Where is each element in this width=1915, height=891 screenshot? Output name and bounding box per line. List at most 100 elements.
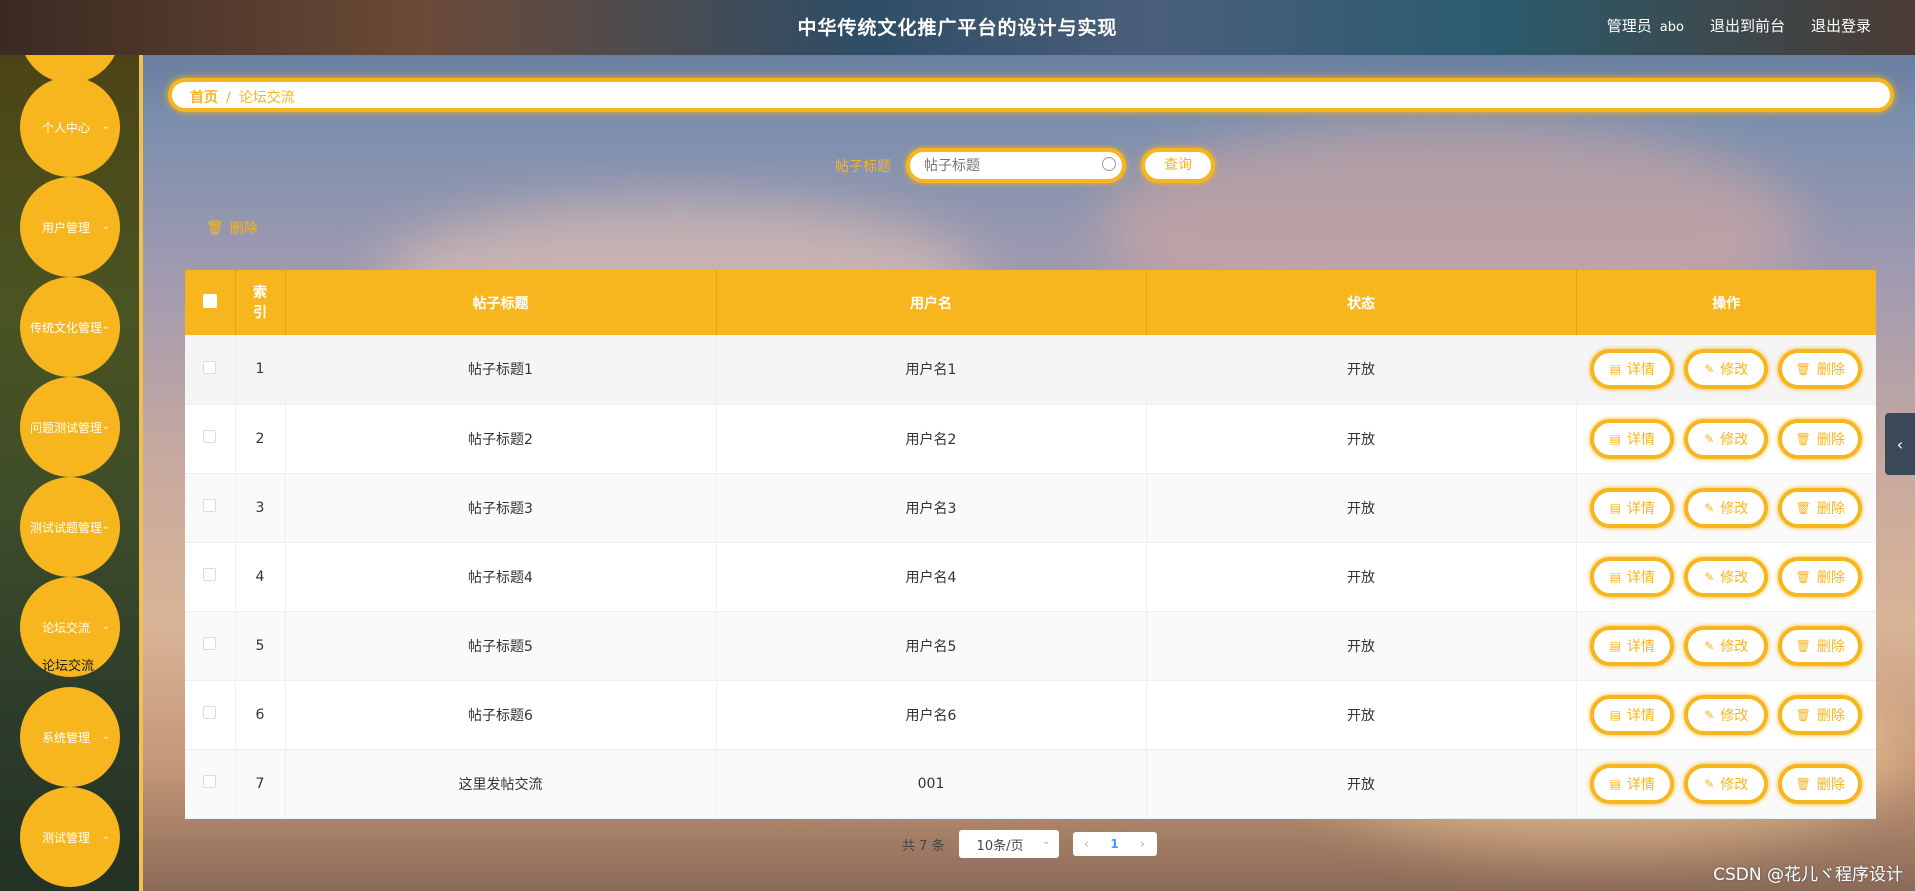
breadcrumb-separator: / — [226, 90, 231, 106]
detail-button[interactable]: ▤ 详情 — [1590, 349, 1675, 390]
delete-button[interactable]: 🗑 删除 — [1778, 349, 1863, 390]
chevron-left-icon: ‹ — [1896, 434, 1904, 454]
delete-label: 删除 — [1816, 776, 1845, 793]
prev-page-button[interactable]: ‹ — [1073, 837, 1101, 851]
row-checkbox[interactable] — [203, 360, 217, 374]
top-header: 中华传统文化推广平台的设计与实现 管理员 abo 退出到前台 退出登录 — [0, 0, 1915, 55]
detail-button[interactable]: ▤ 详情 — [1590, 694, 1675, 735]
logout-link[interactable]: 退出登录 — [1811, 15, 1871, 36]
row-ops: ▤ 详情 ✎ 修改 🗑 删除 — [1576, 611, 1876, 681]
back-to-front-link[interactable]: 退出到前台 — [1710, 15, 1785, 36]
chevron-down-icon: ⌄ — [101, 221, 110, 232]
sidebar-item-question-test-management[interactable]: 问题测试管理 ⌄ — [20, 377, 120, 477]
breadcrumb-home[interactable]: 首页 — [190, 90, 218, 106]
edit-button[interactable]: ✎ 修改 — [1684, 349, 1769, 390]
edit-icon: ✎ — [1704, 569, 1715, 584]
sidebar-item-label: 传统文化管理 — [29, 320, 102, 335]
row-checkbox[interactable] — [203, 568, 217, 581]
ops-header: 操作 — [1576, 270, 1876, 335]
row-checkbox[interactable] — [203, 637, 217, 650]
detail-label: 详情 — [1626, 569, 1655, 586]
sidebar-item-label: 个人中心 — [41, 120, 90, 135]
detail-button[interactable]: ▤ 详情 — [1590, 487, 1675, 528]
sidebar-subitem-forum[interactable]: 论坛交流 — [42, 655, 94, 674]
chevron-down-icon: ⌄ — [101, 731, 110, 742]
edit-button[interactable]: ✎ 修改 — [1684, 625, 1769, 666]
detail-button[interactable]: ▤ 详情 — [1590, 556, 1675, 597]
edit-button[interactable]: ✎ 修改 — [1684, 556, 1769, 597]
delete-button[interactable]: 🗑 删除 — [1778, 418, 1863, 459]
table-row: 2 帖子标题2 用户名2 开放 ▤ 详情 ✎ 修改 🗑 删除 — [185, 404, 1876, 474]
trash-icon: 🗑 — [1795, 500, 1811, 515]
row-title: 帖子标题5 — [285, 611, 717, 681]
row-checkbox[interactable] — [203, 775, 217, 788]
edit-icon: ✎ — [1704, 500, 1715, 515]
sidebar: 个人中心 ⌄ 用户管理 ⌄ 传统文化管理 ⌄ 问题测试管理 ⌄ 测试试题管理 ⌄… — [0, 55, 143, 891]
chevron-down-icon: ⌄ — [101, 521, 110, 532]
row-select-cell — [185, 680, 236, 750]
row-select-cell — [185, 404, 236, 474]
row-status: 开放 — [1146, 749, 1577, 819]
row-title: 帖子标题6 — [285, 680, 717, 750]
sidebar-item-label: 系统管理 — [41, 730, 90, 745]
delete-button[interactable]: 🗑 删除 — [1778, 556, 1863, 597]
sidebar-item-user-management[interactable]: 用户管理 ⌄ — [20, 177, 120, 277]
edit-icon: ✎ — [1704, 707, 1715, 722]
edit-button[interactable]: ✎ 修改 — [1684, 694, 1769, 735]
detail-label: 详情 — [1626, 638, 1655, 655]
row-select-cell — [185, 542, 236, 612]
row-checkbox[interactable] — [203, 499, 217, 512]
row-select-cell — [185, 611, 236, 681]
page-size-select[interactable]: 10条/页 ⌄ — [958, 830, 1059, 858]
row-status: 开放 — [1146, 473, 1577, 543]
edit-button[interactable]: ✎ 修改 — [1684, 487, 1769, 528]
sidebar-item-culture-management[interactable]: 传统文化管理 ⌄ — [20, 277, 120, 377]
sidebar-item-personal-center[interactable]: 个人中心 ⌄ — [20, 77, 120, 177]
row-status: 开放 — [1146, 680, 1577, 750]
row-ops: ▤ 详情 ✎ 修改 🗑 删除 — [1576, 749, 1876, 819]
row-username: 用户名2 — [716, 404, 1147, 474]
document-icon: ▤ — [1609, 569, 1621, 584]
batch-delete-button[interactable]: 🗑 删除 — [206, 218, 258, 238]
trash-icon: 🗑 — [206, 220, 224, 236]
detail-button[interactable]: ▤ 详情 — [1590, 763, 1675, 804]
document-icon: ▤ — [1609, 362, 1621, 377]
edit-label: 修改 — [1720, 362, 1749, 379]
edit-button[interactable]: ✎ 修改 — [1684, 418, 1769, 459]
row-index: 3 — [235, 473, 286, 543]
document-icon: ▤ — [1609, 638, 1621, 653]
sidebar-item-label: 问题测试管理 — [29, 420, 102, 435]
detail-button[interactable]: ▤ 详情 — [1590, 625, 1675, 666]
row-checkbox[interactable] — [203, 430, 217, 443]
row-username: 用户名1 — [716, 335, 1147, 405]
detail-button[interactable]: ▤ 详情 — [1590, 418, 1675, 459]
next-page-button[interactable]: › — [1129, 837, 1157, 851]
query-button[interactable]: 查询 — [1141, 148, 1215, 183]
delete-button[interactable]: 🗑 删除 — [1778, 625, 1863, 666]
select-all-checkbox[interactable] — [202, 293, 217, 308]
row-checkbox[interactable] — [203, 706, 217, 719]
forum-table: 索引 帖子标题 用户名 状态 操作 1 帖子标题1 用户名1 开放 ▤ 详情 ✎ 修… — [185, 270, 1876, 819]
select-all-header — [185, 270, 236, 335]
sidebar-item-system-management[interactable]: 系统管理 ⌄ — [20, 687, 120, 787]
document-icon: ▤ — [1609, 707, 1621, 722]
delete-button[interactable]: 🗑 删除 — [1778, 487, 1863, 528]
delete-button[interactable]: 🗑 删除 — [1778, 694, 1863, 735]
row-username: 用户名5 — [716, 611, 1147, 681]
collapse-tab[interactable]: ‹ — [1885, 413, 1915, 475]
search-field[interactable] — [906, 148, 1126, 183]
trash-icon: 🗑 — [1795, 776, 1811, 791]
sidebar-item-test-question-management[interactable]: 测试试题管理 ⌄ — [20, 477, 120, 577]
sidebar-item-label: 论坛交流 — [41, 620, 90, 635]
detail-label: 详情 — [1626, 362, 1655, 379]
delete-button[interactable]: 🗑 删除 — [1778, 763, 1863, 804]
row-ops: ▤ 详情 ✎ 修改 🗑 删除 — [1576, 680, 1876, 750]
edit-button[interactable]: ✎ 修改 — [1684, 763, 1769, 804]
row-ops: ▤ 详情 ✎ 修改 🗑 删除 — [1576, 473, 1876, 543]
sidebar-item-test-management[interactable]: 测试管理 ⌄ — [20, 787, 120, 887]
current-page[interactable]: 1 — [1101, 837, 1129, 851]
document-icon: ▤ — [1609, 776, 1621, 791]
row-ops: ▤ 详情 ✎ 修改 🗑 删除 — [1576, 542, 1876, 612]
search-input[interactable] — [910, 152, 1090, 179]
sidebar-item-label: 测试管理 — [41, 830, 90, 845]
